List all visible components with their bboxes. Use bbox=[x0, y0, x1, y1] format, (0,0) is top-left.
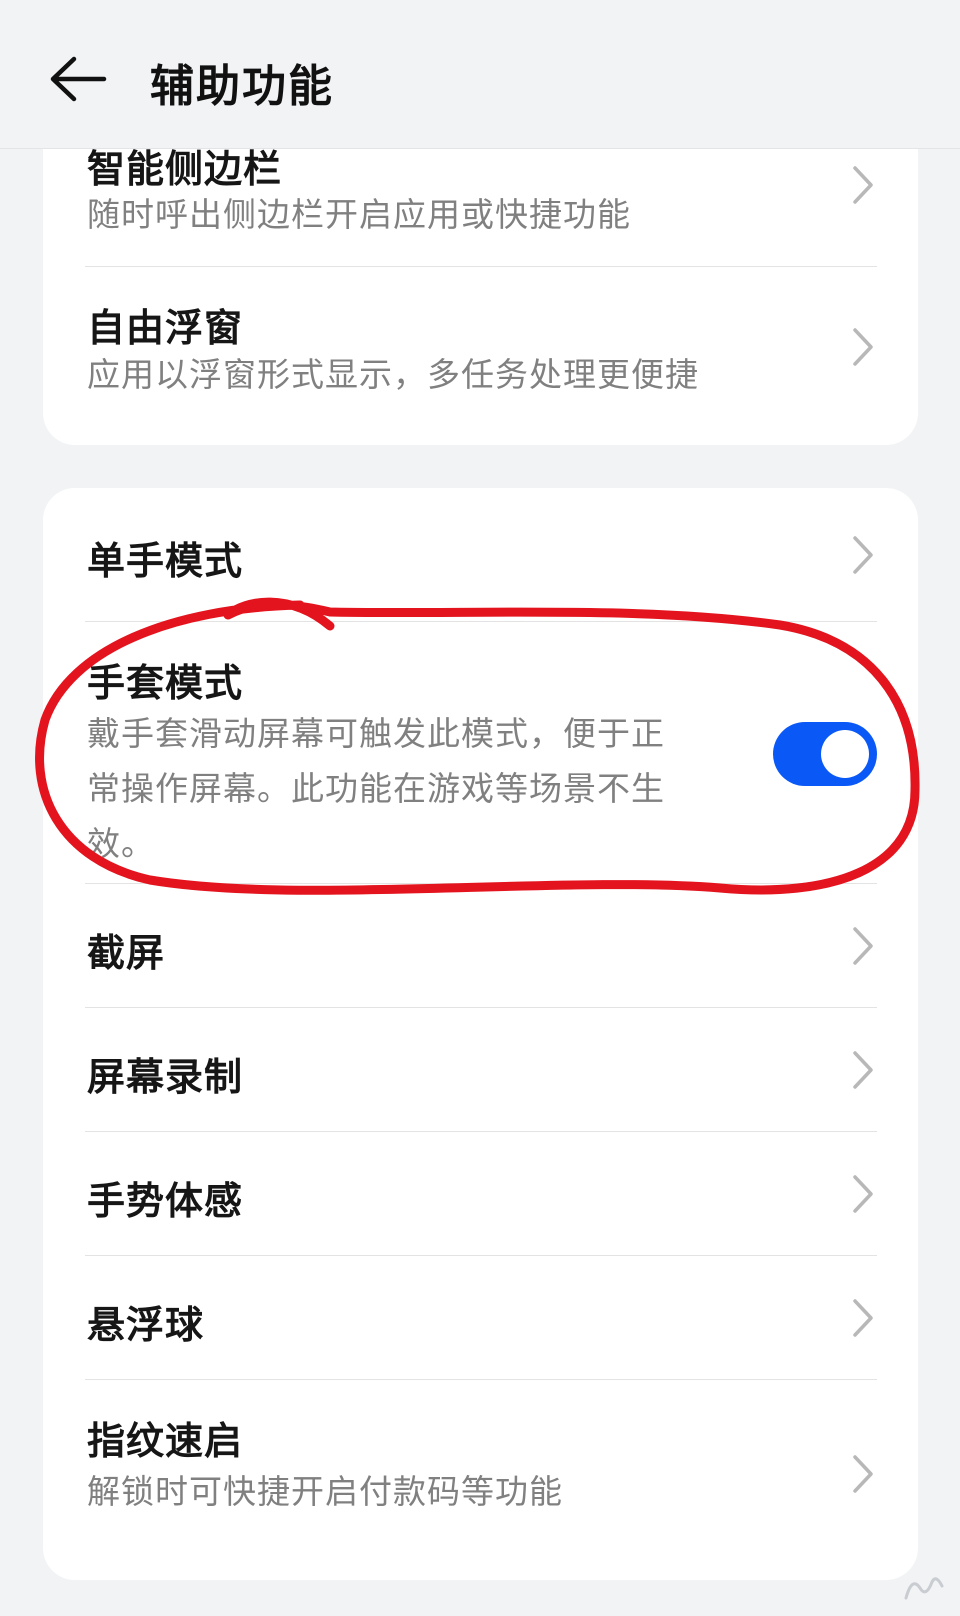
toggle-knob bbox=[821, 730, 869, 778]
list-item-glove-mode[interactable]: 手套模式 戴手套滑动屏幕可触发此模式，便于正 常操作屏幕。此功能在游戏等场景不生… bbox=[43, 622, 918, 885]
list-item-gesture-motion[interactable]: 手势体感 bbox=[43, 1132, 918, 1256]
item-title: 悬浮球 bbox=[87, 1303, 205, 1347]
watermark-icon bbox=[904, 1577, 944, 1600]
item-title: 指纹速启 bbox=[87, 1419, 244, 1463]
item-title: 自由浮窗 bbox=[87, 306, 244, 350]
item-subtitle: 解锁时可快捷开启付款码等功能 bbox=[87, 1472, 563, 1511]
chevron-right-icon bbox=[853, 1455, 873, 1493]
item-title: 屏幕录制 bbox=[87, 1055, 244, 1099]
item-title: 截屏 bbox=[87, 931, 166, 975]
item-title: 单手模式 bbox=[87, 539, 244, 583]
app-header: 辅助功能 bbox=[0, 0, 960, 149]
item-subtitle-line: 常操作屏幕。此功能在游戏等场景不生 bbox=[87, 769, 665, 808]
list-item-free-window[interactable]: 自由浮窗 应用以浮窗形式显示，多任务处理更便捷 bbox=[43, 267, 918, 445]
settings-card-top: 智能侧边栏 随时呼出侧边栏开启应用或快捷功能 自由浮窗 应用以浮窗形式显示，多任… bbox=[43, 100, 918, 445]
chevron-right-icon bbox=[853, 166, 873, 204]
list-item-fingerprint-quick-start[interactable]: 指纹速启 解锁时可快捷开启付款码等功能 bbox=[43, 1380, 918, 1580]
page-title: 辅助功能 bbox=[150, 61, 334, 112]
item-subtitle: 随时呼出侧边栏开启应用或快捷功能 bbox=[87, 195, 631, 234]
chevron-right-icon bbox=[853, 536, 873, 574]
chevron-right-icon bbox=[853, 1299, 873, 1337]
list-item-floating-ball[interactable]: 悬浮球 bbox=[43, 1256, 918, 1380]
item-subtitle: 应用以浮窗形式显示，多任务处理更便捷 bbox=[87, 355, 699, 394]
item-title: 手套模式 bbox=[87, 661, 244, 705]
glove-mode-toggle[interactable] bbox=[773, 722, 877, 786]
list-item-screen-recording[interactable]: 屏幕录制 bbox=[43, 1008, 918, 1132]
list-item-screenshot[interactable]: 截屏 bbox=[43, 884, 918, 1008]
list-item-one-hand-mode[interactable]: 单手模式 bbox=[43, 488, 918, 621]
arrow-left-icon bbox=[50, 56, 107, 102]
settings-card-main: 单手模式 手套模式 戴手套滑动屏幕可触发此模式，便于正 常操作屏幕。此功能在游戏… bbox=[43, 488, 918, 1580]
chevron-right-icon bbox=[853, 1175, 873, 1213]
item-title: 手势体感 bbox=[87, 1179, 244, 1223]
item-subtitle-line: 效。 bbox=[87, 824, 155, 863]
chevron-right-icon bbox=[853, 927, 873, 965]
item-subtitle-line: 戴手套滑动屏幕可触发此模式，便于正 bbox=[87, 714, 665, 753]
chevron-right-icon bbox=[853, 328, 873, 366]
chevron-right-icon bbox=[853, 1051, 873, 1089]
back-button[interactable] bbox=[38, 44, 118, 114]
